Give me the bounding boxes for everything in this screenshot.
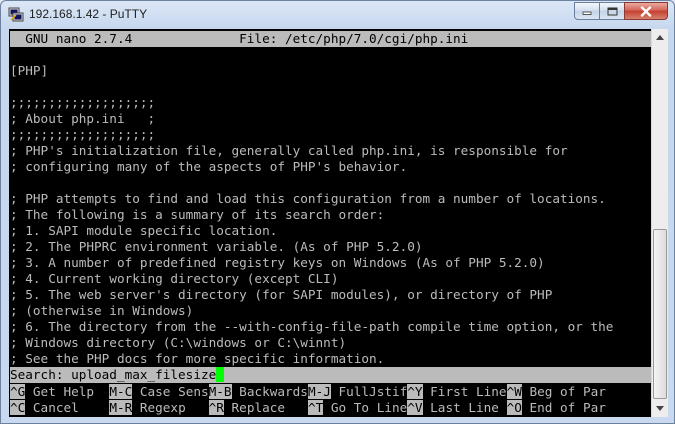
shortcut-key: ^T [307,400,324,415]
terminal-line: ; About php.ini ; [10,111,156,126]
terminal-line: ;;;;;;;;;;;;;;;;;;; [10,95,156,110]
terminal-line: ; 1. SAPI module specific location. [10,223,278,238]
shortcut-label: Last Line [422,400,507,415]
shortcut-key: ^G [10,384,26,399]
terminal-line: ; The following is a summary of its sear… [10,207,385,222]
scroll-down-button[interactable] [652,400,668,417]
shortcut-key: ^R [208,400,224,415]
vertical-scrollbar[interactable] [651,29,668,417]
terminal-line: ; Windows directory (C:\windows or C:\wi… [10,335,347,350]
shortcut-label: End of Par [521,400,606,415]
shortcut-key: M-C [109,384,133,399]
scroll-up-arrow-icon [656,35,664,40]
terminal-line: ; See the PHP docs for more specific inf… [10,351,385,366]
scrollbar-thumb[interactable] [653,229,667,399]
shortcut-label: Cancel [25,400,110,415]
text-cursor [216,367,224,382]
help-shortcuts-row-2: ^C Cancel M-R Regexp ^R Replace ^T Go To… [10,400,651,416]
shortcut-label: First Line [422,384,507,399]
search-bar[interactable]: Search: upload_max_filesize [10,367,651,383]
shortcut-key: M-R [109,400,133,415]
shortcut-label: Beg of Par [521,384,606,399]
scroll-up-button[interactable] [652,29,668,46]
terminal-line: ; 2. The PHPRC environment variable. (As… [10,239,423,254]
terminal-line: ; 3. A number of predefined registry key… [10,255,545,270]
shortcut-key: ^O [506,400,522,415]
minimize-icon [582,11,592,15]
terminal-line: ; PHP attempts to find and load this con… [10,191,606,206]
maximize-icon [607,7,617,15]
shortcut-key: ^C [10,400,26,415]
shortcut-label: Regexp [132,400,209,415]
terminal-line: ; PHP's initialization file, generally c… [10,143,568,158]
putty-window: 192.168.1.42 - PuTTY GNU nano 2.7.4 File… [0,0,675,424]
close-icon [640,5,652,17]
minimize-button[interactable] [574,2,600,20]
shortcut-key: M-B [208,384,232,399]
nano-header: GNU nano 2.7.4 File: /etc/php/7.0/cgi/ph… [10,31,651,47]
shortcut-label: FullJstif [330,384,408,399]
terminal-screen[interactable]: GNU nano 2.7.4 File: /etc/php/7.0/cgi/ph… [9,29,651,417]
terminal-line: ; (otherwise in Windows) [10,303,194,318]
shortcut-label: Go To Line [323,400,408,415]
shortcut-key: M-J [307,384,331,399]
putty-icon [8,7,24,22]
maximize-button[interactable] [599,2,625,20]
shortcut-label: Case Sens [132,384,209,399]
shortcut-key: ^V [407,400,423,415]
shortcut-label: Replace [223,400,308,415]
shortcut-label: Backwards [231,384,308,399]
scroll-down-arrow-icon [656,406,664,411]
search-prompt: Search: upload_max_filesize [10,367,217,382]
shortcut-key: ^W [506,384,522,399]
terminal-line: ; 5. The web server's directory (for SAP… [10,287,553,302]
shortcut-label: Get Help [25,384,110,399]
window-title: 192.168.1.42 - PuTTY [29,7,148,21]
terminal-line: ; 6. The directory from the --with-confi… [10,319,614,334]
terminal-line: ; 4. Current working directory (except C… [10,271,339,286]
terminal-line: ;;;;;;;;;;;;;;;;;;; [10,127,156,142]
close-button[interactable] [624,2,668,20]
terminal-line: [PHP] [10,63,49,78]
caption-buttons [574,2,668,21]
shortcut-key: ^Y [407,384,423,399]
terminal-line: ; configuring many of the aspects of PHP… [10,159,408,174]
help-shortcuts-row-1: ^G Get Help M-C Case SensM-B BackwardsM-… [10,384,651,400]
title-bar[interactable]: 192.168.1.42 - PuTTY [1,1,674,29]
